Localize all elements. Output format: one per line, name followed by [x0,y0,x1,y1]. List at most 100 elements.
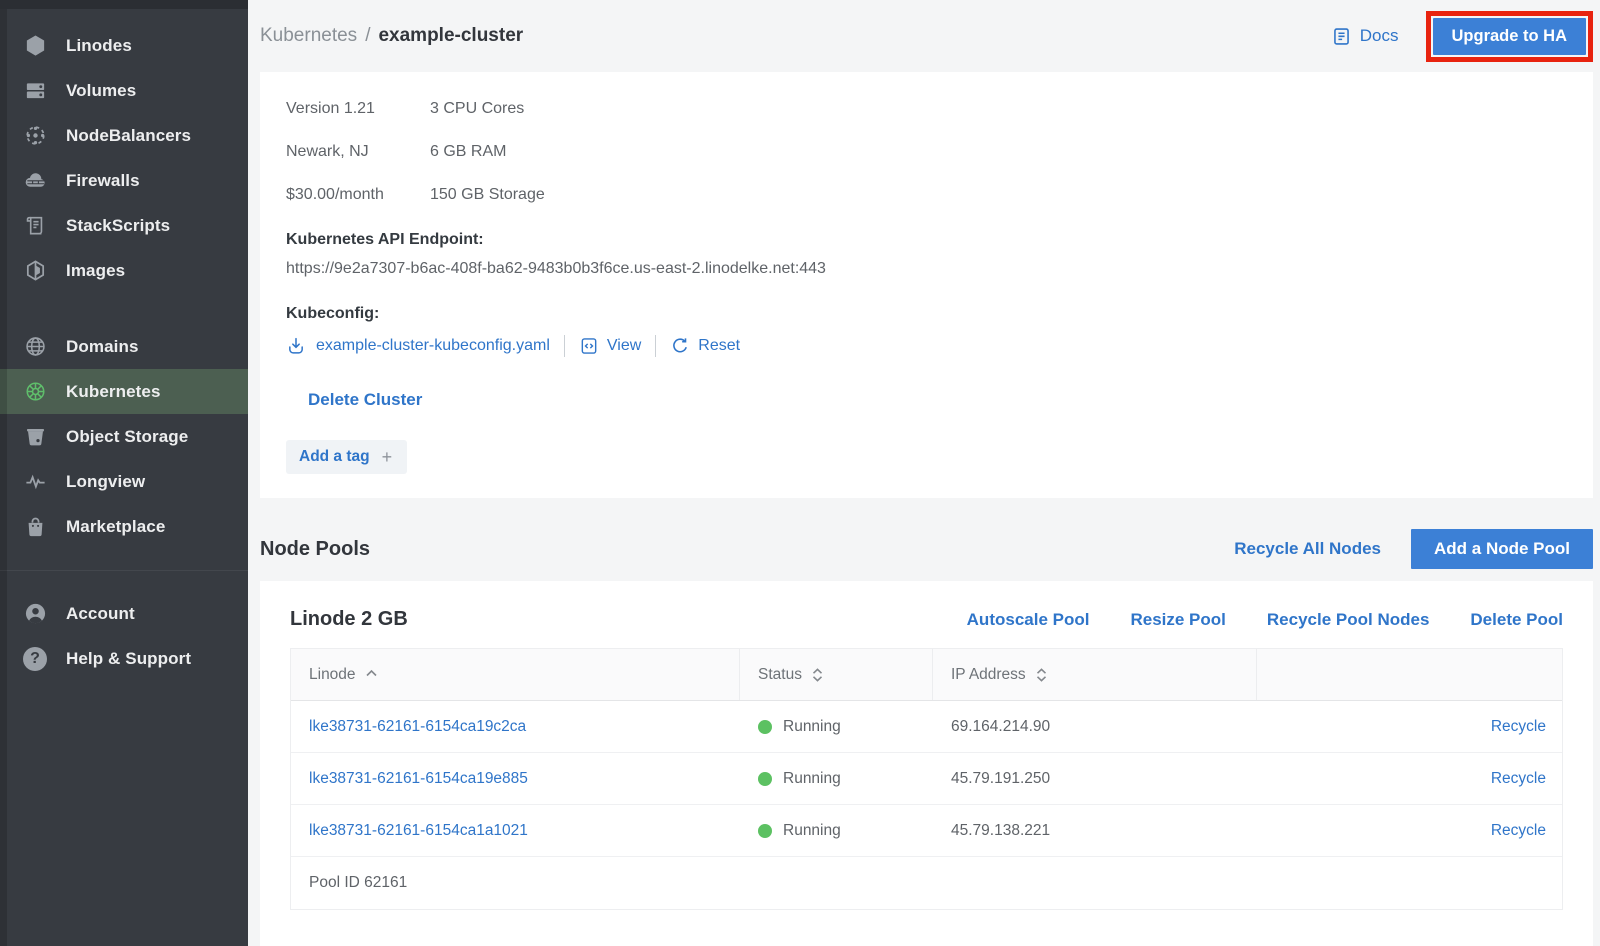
node-ip: 45.79.191.250 [933,770,1257,788]
column-label: Status [758,666,802,684]
sidebar-item-linodes[interactable]: Linodes [0,23,248,68]
pool-actions: Autoscale Pool Resize Pool Recycle Pool … [967,610,1563,630]
sidebar-item-help-support[interactable]: ? Help & Support [0,636,248,681]
column-label: IP Address [951,666,1026,684]
node-link[interactable]: lke38731-62161-6154ca1a1021 [291,822,740,840]
sidebar-item-account[interactable]: Account [0,591,248,636]
page-header: Kubernetes / example-cluster Docs Upgrad… [260,0,1593,72]
sidebar-item-label: Kubernetes [66,382,161,402]
sidebar-item-label: Images [66,261,125,281]
sidebar-item-marketplace[interactable]: Marketplace [0,504,248,549]
object-storage-icon [23,425,47,449]
kubeconfig-actions-row: example-cluster-kubeconfig.yaml View Res… [286,334,1567,358]
sidebar-item-label: Domains [66,337,139,357]
nodebalancers-icon [23,124,47,148]
nodes-table: Linode Status IP Address lke38731-62161-… [290,648,1563,910]
recycle-all-nodes-link[interactable]: Recycle All Nodes [1234,539,1381,559]
sidebar-item-images[interactable]: Images [0,248,248,293]
breadcrumb-separator: / [365,25,370,47]
add-node-pool-button[interactable]: Add a Node Pool [1411,529,1593,569]
plus-icon: + [382,449,393,465]
reset-kubeconfig-action[interactable]: Reset [670,336,740,356]
view-code-icon [579,336,599,356]
kubernetes-icon [23,380,47,404]
node-ip: 45.79.138.221 [933,822,1257,840]
stackscripts-icon [23,214,47,238]
sidebar-item-label: Firewalls [66,171,140,191]
table-row: lke38731-62161-6154ca19c2ca Running 69.1… [291,701,1562,753]
volumes-icon [23,79,47,103]
recycle-node-link[interactable]: Recycle [1257,822,1562,840]
delete-cluster-button[interactable]: Delete Cluster [308,390,422,410]
sort-both-icon [811,667,824,683]
table-row: lke38731-62161-6154ca1a1021 Running 45.7… [291,805,1562,857]
sidebar-section-gap [0,293,248,324]
header-actions: Docs Upgrade to HA [1331,11,1593,62]
add-tag-button[interactable]: Add a tag + [286,440,407,474]
spec-version: Version 1.21 [286,97,430,120]
node-pools-title: Node Pools [260,538,370,561]
reset-icon [670,336,690,356]
sort-both-icon [1035,667,1048,683]
add-tag-label: Add a tag [299,448,370,466]
delete-pool-link[interactable]: Delete Pool [1470,610,1563,630]
sidebar-item-label: Longview [66,472,145,492]
sidebar-item-kubernetes[interactable]: Kubernetes [0,369,248,414]
node-pools-header-actions: Recycle All Nodes Add a Node Pool [1234,529,1593,569]
annotation-highlight-box: Upgrade to HA [1426,11,1594,62]
help-glyph: ? [30,650,40,668]
kubeconfig-label: Kubeconfig: [286,302,1567,325]
column-header-status[interactable]: Status [740,649,933,700]
recycle-node-link[interactable]: Recycle [1257,770,1562,788]
sidebar: Linodes Volumes NodeBalancers Firewalls [0,0,248,946]
view-kubeconfig-action[interactable]: View [579,336,641,356]
pool-header: Linode 2 GB Autoscale Pool Resize Pool R… [290,608,1563,631]
column-header-ip-address[interactable]: IP Address [933,649,1257,700]
column-header-actions [1257,649,1562,700]
pool-name: Linode 2 GB [290,608,408,631]
sidebar-item-label: Help & Support [66,649,191,669]
status-running-dot [758,824,772,838]
status-label: Running [783,822,841,840]
docs-label: Docs [1360,26,1399,46]
sidebar-item-longview[interactable]: Longview [0,459,248,504]
upgrade-to-ha-button[interactable]: Upgrade to HA [1433,18,1587,55]
domains-icon [23,335,47,359]
autoscale-pool-link[interactable]: Autoscale Pool [967,610,1090,630]
breadcrumb-kubernetes-link[interactable]: Kubernetes [260,25,357,47]
resize-pool-link[interactable]: Resize Pool [1130,610,1225,630]
api-endpoint-url: https://9e2a7307-b6ac-408f-ba62-9483b0b3… [286,257,1567,280]
sidebar-item-volumes[interactable]: Volumes [0,68,248,113]
recycle-pool-nodes-link[interactable]: Recycle Pool Nodes [1267,610,1430,630]
sidebar-item-label: StackScripts [66,216,170,236]
download-icon[interactable] [286,336,306,356]
pool-id-label: Pool ID 62161 [291,874,740,892]
view-label: View [607,337,641,355]
cluster-summary-card: Version 1.21 3 CPU Cores Newark, NJ 6 GB… [260,72,1593,498]
node-link[interactable]: lke38731-62161-6154ca19e885 [291,770,740,788]
longview-icon [23,470,47,494]
node-link[interactable]: lke38731-62161-6154ca19c2ca [291,718,740,736]
node-pools-header: Node Pools Recycle All Nodes Add a Node … [260,529,1593,569]
node-pool-card: Linode 2 GB Autoscale Pool Resize Pool R… [260,581,1593,946]
column-label: Linode [309,666,356,684]
account-icon [23,602,47,626]
spec-price: $30.00/month [286,183,430,206]
sidebar-item-label: NodeBalancers [66,126,191,146]
column-header-linode[interactable]: Linode [291,649,740,700]
sidebar-item-stackscripts[interactable]: StackScripts [0,203,248,248]
help-icon: ? [23,647,47,671]
node-status: Running [740,822,933,840]
divider-pipe [564,335,565,357]
docs-link[interactable]: Docs [1331,26,1399,47]
kubeconfig-file-link[interactable]: example-cluster-kubeconfig.yaml [316,337,550,355]
sidebar-item-nodebalancers[interactable]: NodeBalancers [0,113,248,158]
sidebar-item-domains[interactable]: Domains [0,324,248,369]
sidebar-item-object-storage[interactable]: Object Storage [0,414,248,459]
sidebar-top-strip [0,0,248,9]
recycle-node-link[interactable]: Recycle [1257,718,1562,736]
reset-label: Reset [698,337,740,355]
sidebar-item-label: Volumes [66,81,136,101]
divider-pipe [655,335,656,357]
sidebar-item-firewalls[interactable]: Firewalls [0,158,248,203]
